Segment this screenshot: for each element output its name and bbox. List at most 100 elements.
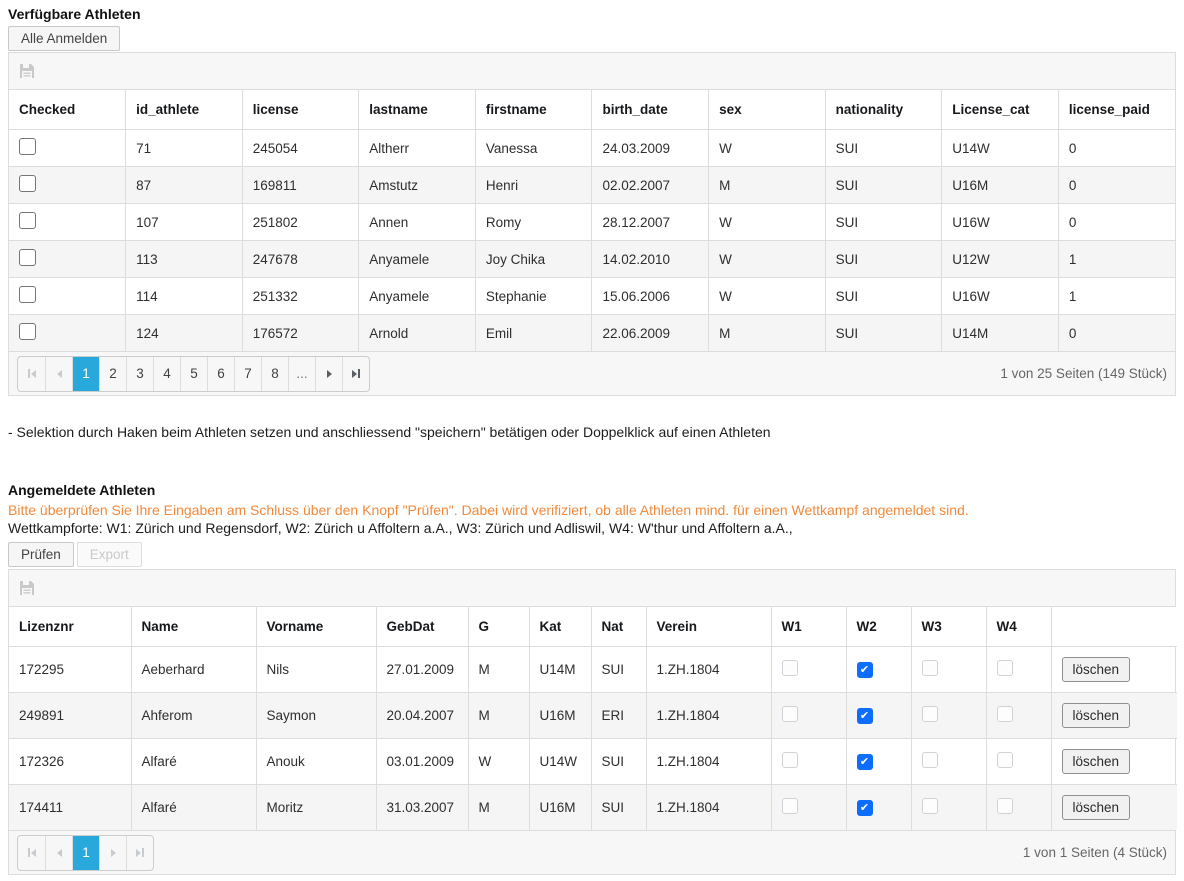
table-row[interactable]: 107251802AnnenRomy28.12.2007WSUIU16W0 — [9, 204, 1175, 241]
pager-page-1[interactable]: 1 — [72, 836, 99, 870]
w1-checkbox[interactable] — [782, 706, 798, 722]
cell-birth_date: 28.12.2007 — [592, 204, 709, 241]
pager-page-3[interactable]: 3 — [126, 357, 153, 391]
w3-checkbox[interactable] — [922, 706, 938, 722]
row-checkbox[interactable] — [19, 249, 36, 266]
row-checkbox[interactable] — [19, 175, 36, 192]
cell-id_athlete: 71 — [126, 130, 243, 167]
action-cell: löschen — [1051, 647, 1177, 693]
cell-license_paid: 0 — [1058, 130, 1175, 167]
w4-checkbox[interactable] — [997, 752, 1013, 768]
available-pager: 12345678... 1 von 25 Seiten (149 Stück) — [9, 351, 1175, 395]
column-header: Lizenznr — [9, 607, 131, 647]
delete-button[interactable]: löschen — [1062, 795, 1131, 820]
delete-button[interactable]: löschen — [1062, 657, 1131, 682]
pager-page-8[interactable]: 8 — [261, 357, 288, 391]
w1-checkbox[interactable] — [782, 660, 798, 676]
pager-first-button — [18, 836, 45, 870]
w3-checkbox[interactable] — [922, 752, 938, 768]
w2-cell — [846, 693, 911, 739]
pager-page-2[interactable]: 2 — [99, 357, 126, 391]
registered-pager: 1 1 von 1 Seiten (4 Stück) — [9, 830, 1175, 874]
column-header: id_athlete — [126, 90, 243, 130]
delete-button[interactable]: löschen — [1062, 703, 1131, 728]
cell-license_cat: U16W — [942, 278, 1059, 315]
cell-vorname: Nils — [256, 647, 376, 693]
w2-checkbox[interactable] — [857, 662, 873, 678]
cell-nationality: SUI — [825, 204, 942, 241]
pager-page-5[interactable]: 5 — [180, 357, 207, 391]
w2-checkbox[interactable] — [857, 800, 873, 816]
column-header: Checked — [9, 90, 126, 130]
cell-lastname: Altherr — [359, 130, 476, 167]
pager-prev-button — [45, 836, 72, 870]
cell-lizenznr: 174411 — [9, 785, 131, 831]
available-pager-info: 1 von 25 Seiten (149 Stück) — [1000, 366, 1167, 381]
w4-cell — [986, 739, 1051, 785]
table-row[interactable]: 124176572ArnoldEmil22.06.2009MSUIU14M0 — [9, 315, 1175, 352]
w4-cell — [986, 785, 1051, 831]
cell-license_cat: U16W — [942, 204, 1059, 241]
verify-warning-text: Bitte überprüfen Sie Ihre Eingaben am Sc… — [8, 502, 1176, 518]
w4-checkbox[interactable] — [997, 706, 1013, 722]
table-row[interactable]: 114251332AnyameleStephanie15.06.2006WSUI… — [9, 278, 1175, 315]
cell-nationality: SUI — [825, 278, 942, 315]
pager-next-button[interactable] — [315, 357, 342, 391]
table-row[interactable]: 87169811AmstutzHenri02.02.2007MSUIU16M0 — [9, 167, 1175, 204]
pager-page-7[interactable]: 7 — [234, 357, 261, 391]
w4-cell — [986, 647, 1051, 693]
pager-page-4[interactable]: 4 — [153, 357, 180, 391]
w3-cell — [911, 693, 986, 739]
registered-actions: Prüfen Export — [8, 542, 1176, 567]
checked-cell — [9, 130, 126, 167]
pager-page-6[interactable]: 6 — [207, 357, 234, 391]
cell-firstname: Stephanie — [475, 278, 592, 315]
row-checkbox[interactable] — [19, 212, 36, 229]
cell-license_cat: U16M — [942, 167, 1059, 204]
pager-page-1[interactable]: 1 — [72, 357, 99, 391]
action-cell: löschen — [1051, 739, 1177, 785]
available-grid-toolbar — [9, 53, 1175, 90]
cell-name: Aeberhard — [131, 647, 256, 693]
register-all-button[interactable]: Alle Anmelden — [8, 26, 120, 51]
cell-nat: ERI — [591, 693, 646, 739]
row-checkbox[interactable] — [19, 138, 36, 155]
w1-checkbox[interactable] — [782, 798, 798, 814]
w2-checkbox[interactable] — [857, 754, 873, 770]
cell-vorname: Saymon — [256, 693, 376, 739]
cell-license: 251332 — [242, 278, 359, 315]
cell-nat: SUI — [591, 785, 646, 831]
w3-cell — [911, 647, 986, 693]
selection-hint-text: - Selektion durch Haken beim Athleten se… — [8, 424, 1176, 440]
save-icon — [19, 63, 35, 79]
checked-cell — [9, 167, 126, 204]
cell-firstname: Romy — [475, 204, 592, 241]
cell-id_athlete: 124 — [126, 315, 243, 352]
column-header: Name — [131, 607, 256, 647]
table-row: 249891AhferomSaymon20.04.2007MU16MERI1.Z… — [9, 693, 1177, 739]
registered-athletes-title: Angemeldete Athleten — [8, 482, 1176, 498]
cell-license_cat: U14W — [942, 130, 1059, 167]
table-row[interactable]: 113247678AnyameleJoy Chika14.02.2010WSUI… — [9, 241, 1175, 278]
table-row[interactable]: 71245054AltherrVanessa24.03.2009WSUIU14W… — [9, 130, 1175, 167]
pager-last-button[interactable] — [342, 357, 369, 391]
row-checkbox[interactable] — [19, 323, 36, 340]
cell-license: 169811 — [242, 167, 359, 204]
cell-id_athlete: 107 — [126, 204, 243, 241]
w3-checkbox[interactable] — [922, 660, 938, 676]
delete-button[interactable]: löschen — [1062, 749, 1131, 774]
w3-checkbox[interactable] — [922, 798, 938, 814]
cell-license_paid: 0 — [1058, 315, 1175, 352]
pager-more-button[interactable]: ... — [288, 357, 315, 391]
w4-checkbox[interactable] — [997, 660, 1013, 676]
check-button[interactable]: Prüfen — [8, 542, 74, 567]
w1-checkbox[interactable] — [782, 752, 798, 768]
cell-verein: 1.ZH.1804 — [646, 647, 771, 693]
w2-checkbox[interactable] — [857, 708, 873, 724]
row-checkbox[interactable] — [19, 286, 36, 303]
column-header: W2 — [846, 607, 911, 647]
w1-cell — [771, 739, 846, 785]
cell-g: W — [468, 739, 529, 785]
w4-checkbox[interactable] — [997, 798, 1013, 814]
cell-id_athlete: 113 — [126, 241, 243, 278]
